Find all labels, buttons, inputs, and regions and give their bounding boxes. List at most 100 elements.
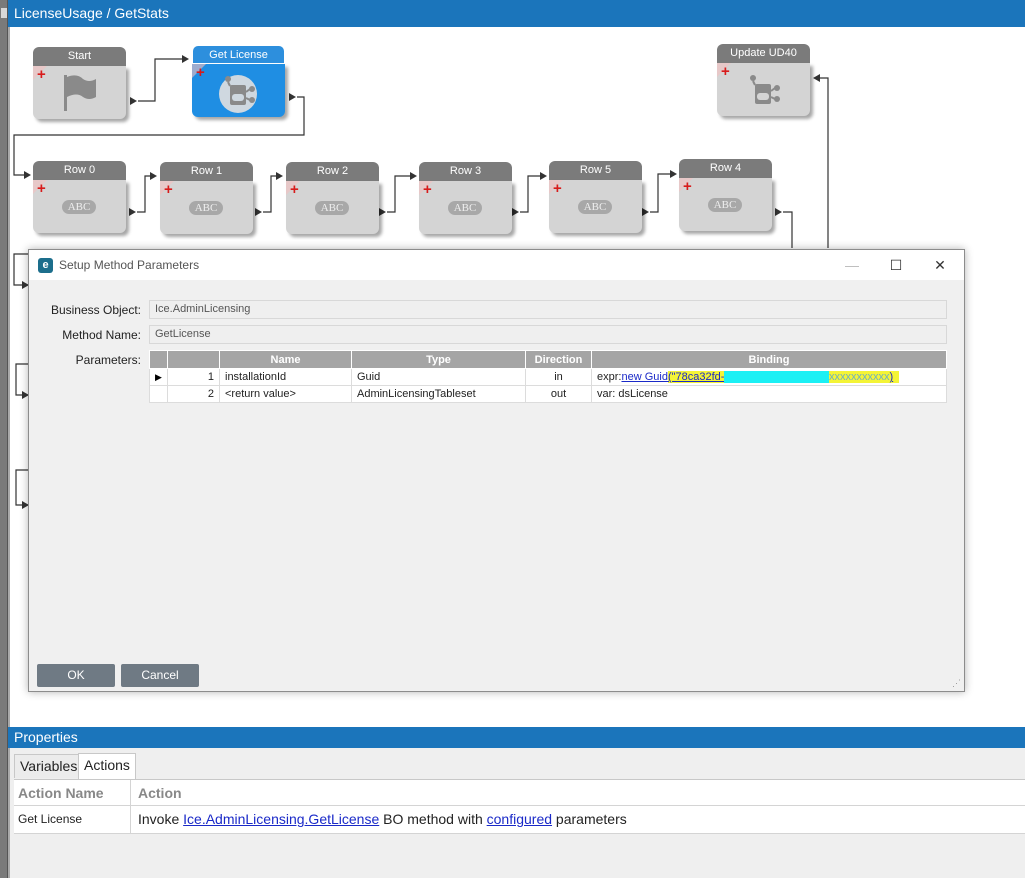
param-name: installationId	[219, 368, 352, 386]
add-icon[interactable]: +	[553, 181, 562, 196]
properties-panel: Variables Actions Action Name Action Get…	[8, 748, 1025, 878]
add-icon[interactable]: +	[37, 181, 46, 196]
ok-button[interactable]: OK	[37, 664, 115, 687]
node-row-0[interactable]: Row 0 + ABC	[33, 161, 126, 233]
method-name-label: Method Name:	[62, 328, 141, 342]
param-binding[interactable]: expr:new Guid("78ca32fd-xxxxxxxxxxxxxxxx…	[591, 368, 947, 386]
node-title: Row 4	[679, 159, 772, 178]
node-title: Row 2	[286, 162, 379, 181]
configured-link[interactable]: configured	[487, 811, 552, 827]
arrow-out-row3	[512, 208, 519, 216]
bo-method-icon	[219, 75, 257, 113]
node-row-2[interactable]: Row 2 + ABC	[286, 162, 379, 234]
actions-table: Action Name Action Get License Invoke Ic…	[14, 779, 1025, 834]
arrow-out-getlicense	[289, 93, 296, 101]
arrow-in-row3	[410, 172, 417, 180]
tab-actions[interactable]: Actions	[78, 753, 136, 779]
arrow-in-row4	[670, 170, 677, 178]
wire-row5-row4	[650, 173, 670, 213]
abc-badge: ABC	[708, 198, 742, 212]
maximize-button[interactable]: ☐	[881, 255, 911, 275]
cancel-button[interactable]: Cancel	[121, 664, 199, 687]
wire-start-getlicense	[138, 58, 182, 102]
node-title: Row 5	[549, 161, 642, 180]
col-binding[interactable]: Binding	[591, 350, 947, 369]
add-icon[interactable]: +	[196, 65, 205, 80]
arrow-in-getlicense	[182, 55, 189, 63]
resize-grip-icon[interactable]: ⋰	[952, 678, 961, 689]
param-type: Guid	[351, 368, 526, 386]
redacted-tail: xxxxxxxxxxx	[828, 371, 890, 383]
abc-badge: ABC	[62, 200, 96, 214]
node-row-5[interactable]: Row 5 + ABC	[549, 161, 642, 233]
node-get-license[interactable]: Get License +	[192, 45, 285, 117]
arrow-in-row1	[150, 172, 157, 180]
properties-header: Properties	[8, 727, 1025, 748]
row-selector-icon[interactable]: ▶	[149, 368, 168, 386]
redaction-mark: xxxxxxxxxxxxxxxxxxx	[724, 371, 829, 383]
node-row-3[interactable]: Row 3 + ABC	[419, 162, 512, 234]
close-button[interactable]: ✕	[925, 255, 955, 275]
wire-left-1	[13, 253, 29, 286]
param-direction: out	[525, 385, 592, 403]
node-title: Get License	[192, 45, 285, 64]
wire-row3-row5	[520, 175, 540, 213]
add-icon[interactable]: +	[290, 182, 299, 197]
binding-link[interactable]: new Guid	[621, 371, 667, 383]
col-action-name[interactable]: Action Name	[14, 780, 131, 805]
arrow-in-row5	[540, 172, 547, 180]
dialog-title-bar[interactable]: e Setup Method Parameters — ☐ ✕	[29, 250, 964, 280]
add-icon[interactable]: +	[423, 182, 432, 197]
abc-badge: ABC	[578, 200, 612, 214]
wire-row0-row1	[137, 175, 150, 213]
abc-badge: ABC	[448, 201, 482, 215]
arrow-in-row0	[24, 171, 31, 179]
table-row[interactable]: 2 <return value> AdminLicensingTableset …	[149, 385, 947, 403]
parameters-grid[interactable]: Name Type Direction Binding ▶ 1 installa…	[149, 350, 947, 403]
node-start[interactable]: Start +	[33, 47, 126, 119]
arrow-out-row2	[379, 208, 386, 216]
business-object-field: Ice.AdminLicensing	[149, 300, 947, 319]
wire-to-update	[820, 77, 829, 248]
wire-row4-down	[783, 211, 793, 248]
node-row-1[interactable]: Row 1 + ABC	[160, 162, 253, 234]
add-icon[interactable]: +	[37, 67, 46, 82]
tab-variables[interactable]: Variables	[14, 754, 84, 778]
param-direction: in	[525, 368, 592, 386]
app-icon: e	[38, 258, 53, 273]
add-icon[interactable]: +	[683, 179, 692, 194]
minimize-button[interactable]: —	[837, 255, 867, 275]
business-object-label: Business Object:	[50, 303, 141, 317]
table-row[interactable]: Get License Invoke Ice.AdminLicensing.Ge…	[14, 806, 1025, 834]
bo-method-link[interactable]: Ice.AdminLicensing.GetLicense	[183, 811, 379, 827]
row-index: 2	[167, 385, 220, 403]
add-icon[interactable]: +	[164, 182, 173, 197]
col-action[interactable]: Action	[132, 780, 182, 806]
node-row-4[interactable]: Row 4 + ABC	[679, 159, 772, 231]
dialog-title: Setup Method Parameters	[59, 258, 200, 272]
node-title: Row 1	[160, 162, 253, 181]
arrow-out-row5	[642, 208, 649, 216]
param-binding[interactable]: var: dsLicense	[591, 385, 947, 403]
col-type[interactable]: Type	[351, 350, 526, 369]
row-index: 1	[167, 368, 220, 386]
node-title: Update UD40	[717, 44, 810, 63]
action-description: Invoke Ice.AdminLicensing.GetLicense BO …	[138, 811, 627, 827]
wire-row1-row2	[263, 175, 276, 213]
arrow-in-row2	[276, 172, 283, 180]
arrow-out-row4	[775, 208, 782, 216]
node-title: Start	[33, 47, 126, 66]
properties-title: Properties	[14, 729, 78, 745]
table-row[interactable]: ▶ 1 installationId Guid in expr:new Guid…	[149, 368, 947, 386]
abc-badge: ABC	[315, 201, 349, 215]
node-update-ud40[interactable]: Update UD40 +	[717, 44, 810, 116]
abc-badge: ABC	[189, 201, 223, 215]
binding-value[interactable]: ("78ca32fd-	[668, 371, 725, 383]
action-name: Get License	[14, 806, 131, 833]
col-name[interactable]: Name	[219, 350, 352, 369]
arrow-in-update	[813, 74, 820, 82]
col-direction[interactable]: Direction	[525, 350, 592, 369]
arrow-out-row0	[129, 208, 136, 216]
flag-icon	[64, 75, 96, 111]
add-icon[interactable]: +	[721, 64, 730, 79]
